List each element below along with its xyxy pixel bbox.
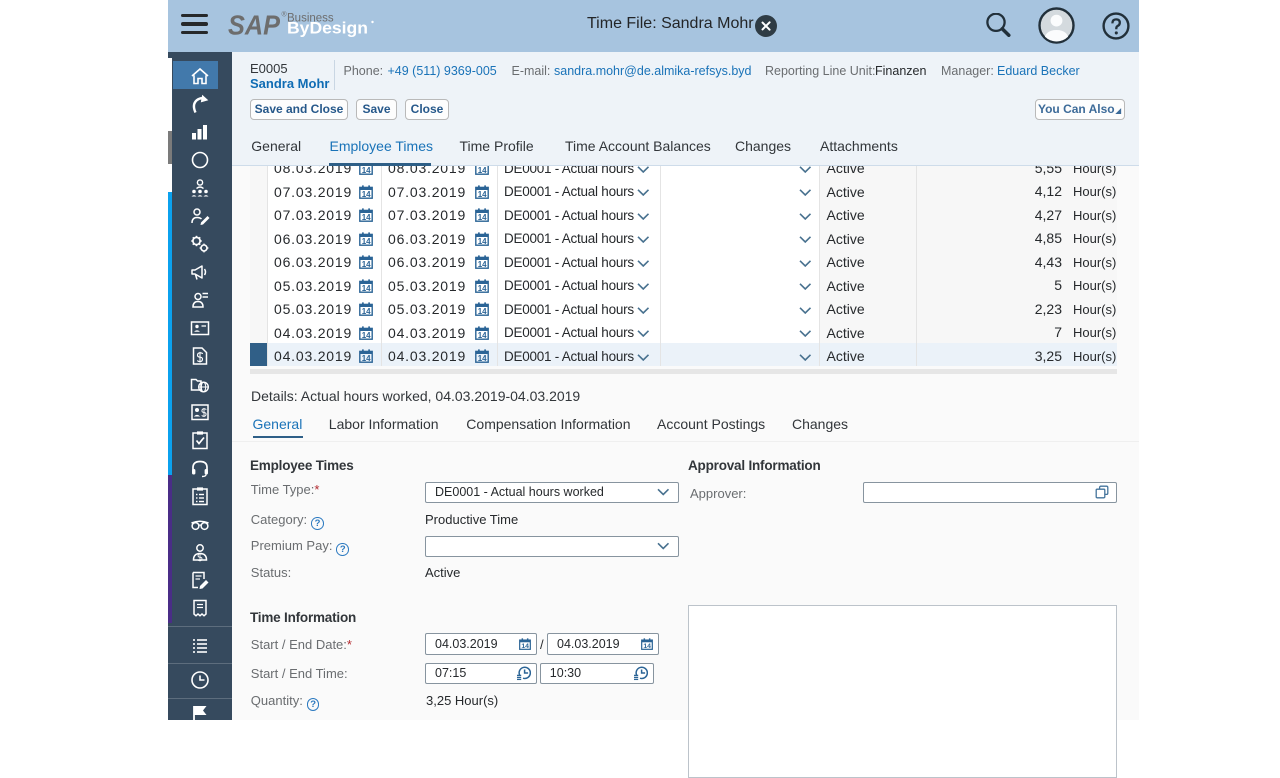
svg-text:14: 14 xyxy=(478,284,487,293)
svg-text:14: 14 xyxy=(362,237,371,246)
svg-text:14: 14 xyxy=(362,354,371,363)
svg-text:14: 14 xyxy=(362,190,371,199)
svg-text:14: 14 xyxy=(643,643,651,650)
svg-text:14: 14 xyxy=(478,213,487,222)
svg-text:14: 14 xyxy=(478,237,487,246)
svg-text:14: 14 xyxy=(362,307,371,316)
svg-text:14: 14 xyxy=(478,354,487,363)
svg-text:14: 14 xyxy=(362,260,371,269)
svg-text:14: 14 xyxy=(362,213,371,222)
svg-text:14: 14 xyxy=(362,166,371,175)
svg-text:14: 14 xyxy=(478,166,487,175)
svg-text:14: 14 xyxy=(521,643,529,650)
svg-text:SAP: SAP xyxy=(228,10,280,41)
svg-text:14: 14 xyxy=(478,331,487,340)
svg-text:ByDesign: ByDesign xyxy=(287,19,368,38)
svg-text:14: 14 xyxy=(478,307,487,316)
svg-text:14: 14 xyxy=(478,260,487,269)
svg-text:14: 14 xyxy=(362,331,371,340)
svg-text:14: 14 xyxy=(478,190,487,199)
svg-text:14: 14 xyxy=(362,284,371,293)
